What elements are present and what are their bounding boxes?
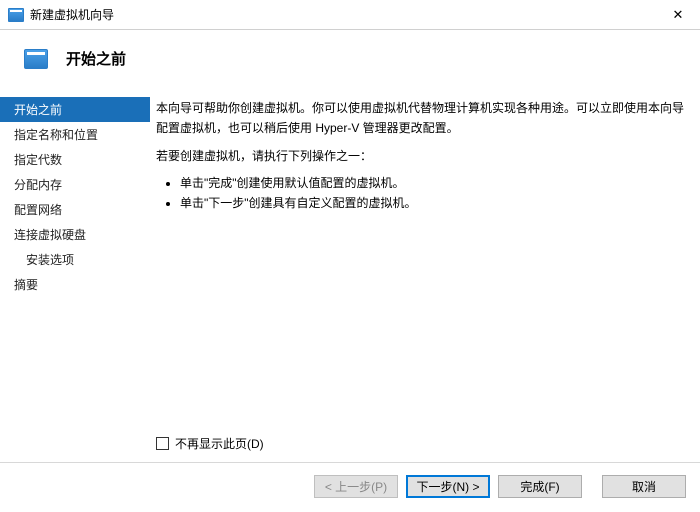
- wizard-header: 开始之前: [0, 30, 700, 91]
- titlebar-left: 新建虚拟机向导: [8, 6, 114, 23]
- vm-header-icon: [24, 49, 48, 69]
- instruction-item: 单击"完成"创建使用默认值配置的虚拟机。: [180, 174, 686, 194]
- next-button[interactable]: 下一步(N) >: [406, 475, 490, 498]
- finish-button[interactable]: 完成(F): [498, 475, 582, 498]
- intro-paragraph: 本向导可帮助你创建虚拟机。你可以使用虚拟机代替物理计算机实现各种用途。可以立即使…: [156, 99, 686, 139]
- window-title: 新建虚拟机向导: [30, 6, 114, 23]
- step-memory[interactable]: 分配内存: [0, 172, 150, 197]
- content-area: 开始之前 指定名称和位置 指定代数 分配内存 配置网络 连接虚拟硬盘 安装选项 …: [0, 91, 700, 462]
- step-virtual-disk[interactable]: 连接虚拟硬盘: [0, 222, 150, 247]
- step-name-location[interactable]: 指定名称和位置: [0, 122, 150, 147]
- step-before-begin[interactable]: 开始之前: [0, 97, 150, 122]
- close-button[interactable]: ✕: [656, 0, 700, 29]
- checkbox-label: 不再显示此页(D): [175, 435, 264, 452]
- close-icon: ✕: [673, 7, 684, 23]
- main-panel: 本向导可帮助你创建虚拟机。你可以使用虚拟机代替物理计算机实现各种用途。可以立即使…: [150, 91, 700, 462]
- dont-show-again-row[interactable]: 不再显示此页(D): [156, 427, 686, 462]
- step-network[interactable]: 配置网络: [0, 197, 150, 222]
- wizard-steps-sidebar: 开始之前 指定名称和位置 指定代数 分配内存 配置网络 连接虚拟硬盘 安装选项 …: [0, 91, 150, 462]
- step-install-options[interactable]: 安装选项: [0, 247, 150, 272]
- cancel-button[interactable]: 取消: [602, 475, 686, 498]
- checkbox-icon[interactable]: [156, 437, 169, 450]
- wizard-footer: < 上一步(P) 下一步(N) > 完成(F) 取消: [0, 462, 700, 512]
- page-title: 开始之前: [66, 48, 126, 69]
- body-text: 本向导可帮助你创建虚拟机。你可以使用虚拟机代替物理计算机实现各种用途。可以立即使…: [156, 99, 686, 222]
- instruction-list: 单击"完成"创建使用默认值配置的虚拟机。 单击"下一步"创建具有自定义配置的虚拟…: [180, 174, 686, 214]
- previous-button: < 上一步(P): [314, 475, 398, 498]
- titlebar: 新建虚拟机向导 ✕: [0, 0, 700, 30]
- vm-wizard-icon: [8, 8, 24, 22]
- step-generation[interactable]: 指定代数: [0, 147, 150, 172]
- instruction-lead: 若要创建虚拟机，请执行下列操作之一：: [156, 147, 686, 167]
- step-summary[interactable]: 摘要: [0, 272, 150, 297]
- instruction-item: 单击"下一步"创建具有自定义配置的虚拟机。: [180, 194, 686, 214]
